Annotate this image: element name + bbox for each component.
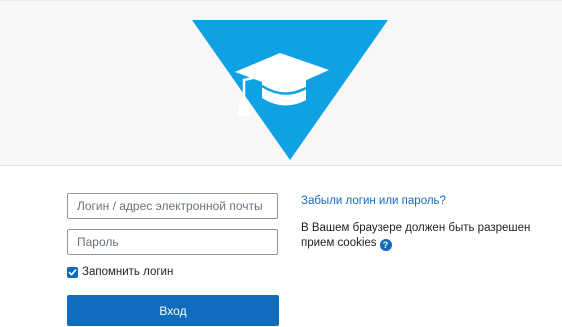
cookies-notice: В Вашем браузере должен быть разрешен пр… [301, 221, 536, 251]
username-input[interactable] [67, 193, 278, 219]
checkmark-icon [68, 268, 77, 275]
remember-username[interactable]: Запомнить логин [67, 265, 173, 279]
remember-checkbox[interactable] [67, 266, 78, 278]
question-circle-icon[interactable]: ? [379, 239, 392, 251]
login-page: Запомнить логин Вход Забыли логин или па… [0, 0, 562, 327]
graduation-cap-logo-icon [192, 20, 388, 160]
header-banner [0, 0, 562, 166]
login-button[interactable]: Вход [67, 295, 279, 326]
remember-label: Запомнить логин [82, 266, 174, 278]
password-input[interactable] [67, 229, 278, 255]
forgot-password-link[interactable]: Забыли логин или пароль? [301, 195, 446, 207]
cookies-notice-text: В Вашем браузере должен быть разрешен пр… [301, 222, 531, 249]
